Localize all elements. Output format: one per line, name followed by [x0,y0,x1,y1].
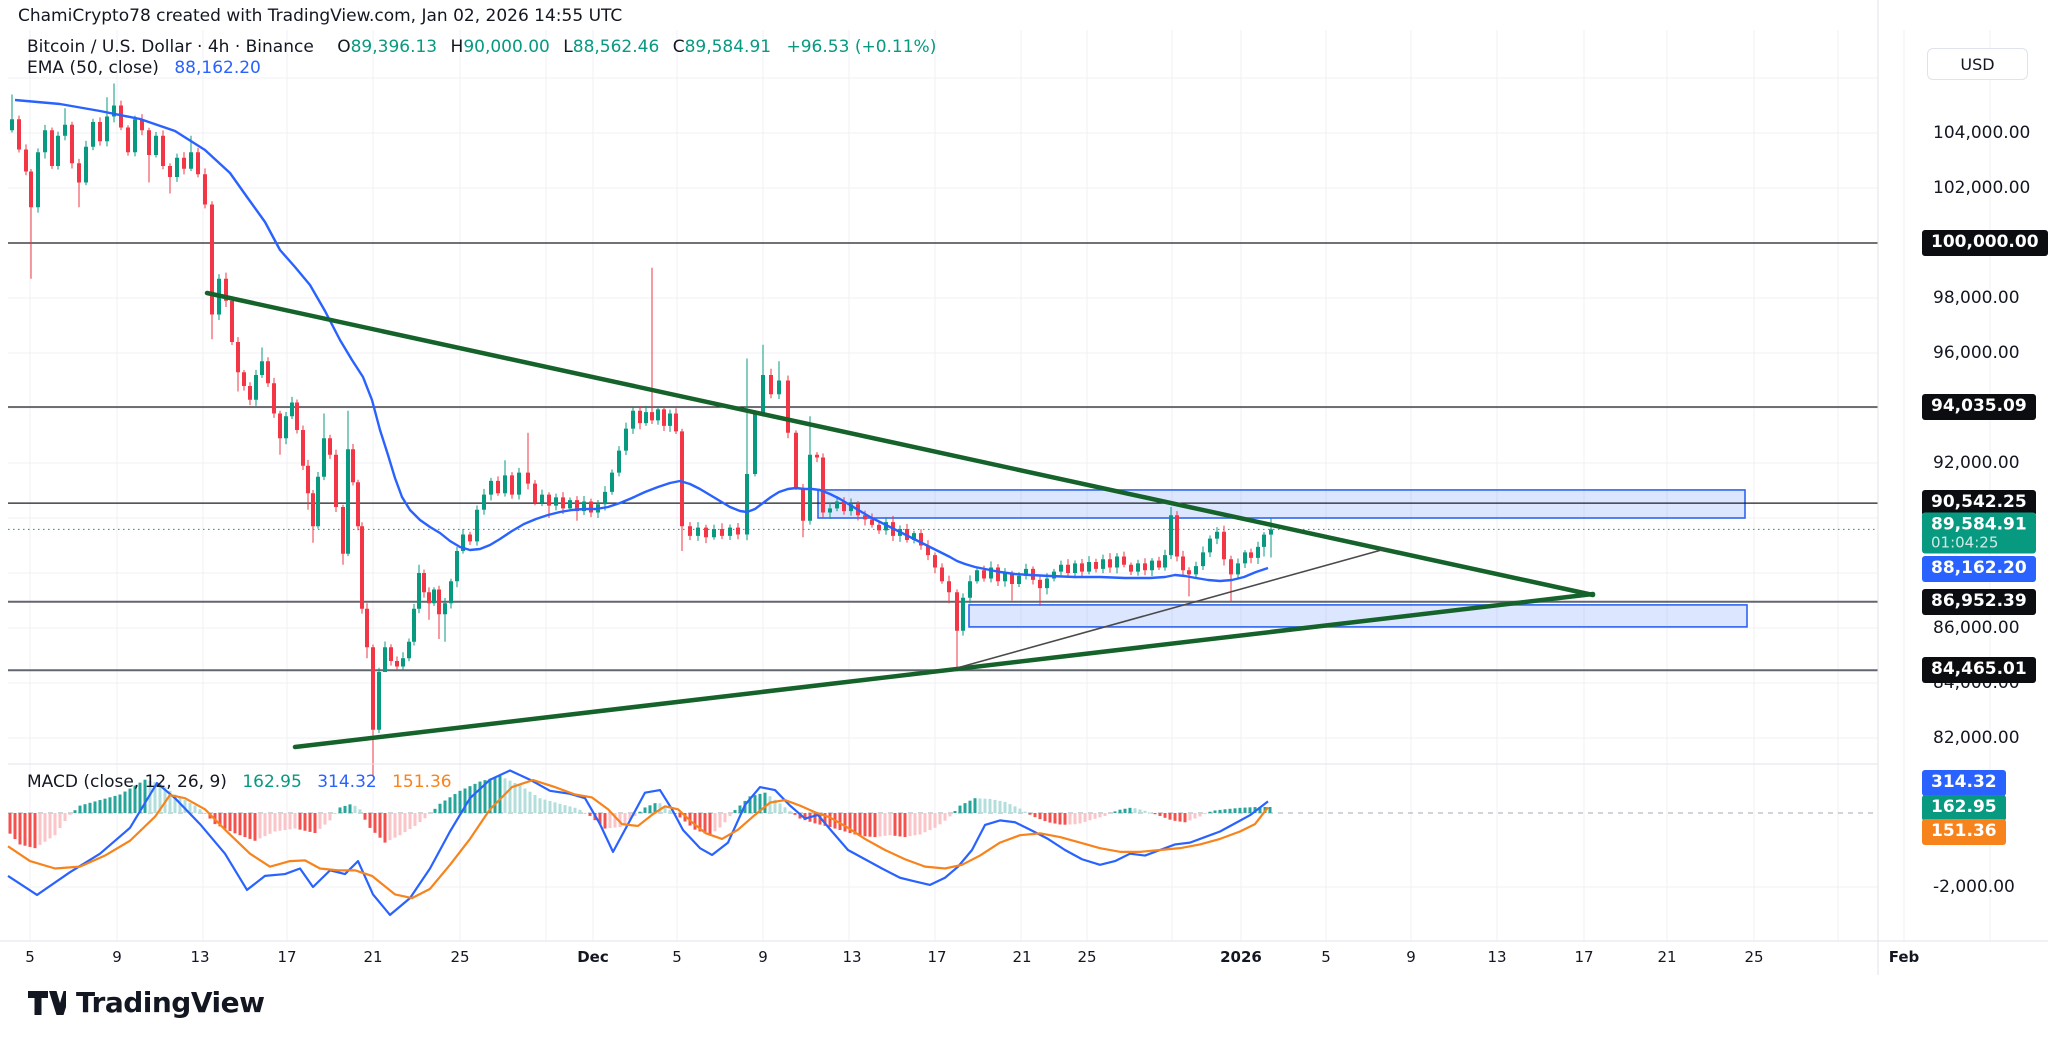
time-axis-label: Dec [577,948,609,966]
time-axis-label: 5 [1321,948,1331,966]
time-axis-label: 21 [1012,948,1031,966]
watermark: ChamiCrypto78 created with TradingView.c… [18,6,622,26]
macd-line-value: 314.32 [317,772,376,792]
macd-hist-badge: 162.95 [1922,795,2006,821]
price-level-badge: 94,035.09 [1922,394,2036,420]
low-value: 88,562.46 [573,37,660,57]
price-axis-label: 98,000.00 [1933,288,2020,308]
ema-badge: 88,162.20 [1922,556,2036,582]
price-level-badge: 100,000.00 [1922,230,2048,256]
time-axis-label: 17 [277,948,296,966]
tradingview-logo-icon [28,988,66,1018]
time-axis-label: 5 [672,948,682,966]
time-axis-label: 25 [450,948,469,966]
time-axis-label: 9 [112,948,122,966]
macd-pane [8,770,1878,914]
candles [10,84,1273,777]
time-axis-label: 25 [1744,948,1763,966]
time-axis-label: 2026 [1220,948,1262,966]
high-label: H [451,37,464,57]
macd-hist-value: 162.95 [242,772,301,792]
time-axis-label: 17 [927,948,946,966]
ema-value: 88,162.20 [174,58,261,78]
macd-label: MACD (close, 12, 26, 9) [27,772,227,792]
time-axis-label: 13 [190,948,209,966]
tradingview-logo[interactable]: TradingView [28,986,264,1019]
macd-legend[interactable]: MACD (close, 12, 26, 9) 162.95 314.32 15… [27,772,452,792]
time-axis-label: 21 [363,948,382,966]
macd-axis-label: -2,000.00 [1933,877,2015,897]
time-axis-label: 25 [1077,948,1096,966]
time-axis-label: 9 [1406,948,1416,966]
high-value: 90,000.00 [463,37,550,57]
price-axis-label: 104,000.00 [1933,123,2030,143]
low-label: L [563,37,572,57]
price-level-badge: 84,465.01 [1922,657,2036,683]
currency-toggle-button[interactable]: USD [1927,48,2028,80]
countdown-timer: 01:04:25 [1931,535,2027,551]
price-axis-label: 86,000.00 [1933,618,2020,638]
time-axis-label: 5 [25,948,35,966]
price-level-badge: 86,952.39 [1922,589,2036,615]
macd-signal-value: 151.36 [392,772,451,792]
price-axis-label: 92,000.00 [1933,453,2020,473]
price-axis-label: 82,000.00 [1933,728,2020,748]
macd-signal-badge: 151.36 [1922,819,2006,845]
last-price-badge: 89,584.9101:04:25 [1922,513,2036,554]
close-value: 89,584.91 [685,37,772,57]
time-axis-label: 13 [842,948,861,966]
open-value: 89,396.13 [351,37,438,57]
close-label: C [673,37,685,57]
tradingview-snapshot: ChamiCrypto78 created with TradingView.c… [0,0,2048,1060]
symbol-legend[interactable]: Bitcoin / U.S. Dollar · 4h · Binance O89… [27,37,936,57]
time-axis-label: 21 [1657,948,1676,966]
time-axis-label: 13 [1487,948,1506,966]
chart-canvas[interactable] [0,0,2048,1060]
ema-label: EMA (50, close) [27,58,159,78]
price-axis-label: 96,000.00 [1933,343,2020,363]
trendline-drawings [207,293,1593,747]
change-value: +96.53 (+0.11%) [787,37,937,57]
macd-signal-line[interactable] [8,780,1268,898]
symbol-title: Bitcoin / U.S. Dollar · 4h · Binance [27,37,314,57]
time-axis-label: Feb [1889,948,1920,966]
macd-line-badge: 314.32 [1922,770,2006,796]
price-axis-label: 102,000.00 [1933,178,2030,198]
tradingview-logo-text: TradingView [76,986,264,1019]
ema-legend[interactable]: EMA (50, close) 88,162.20 [27,58,261,78]
time-axis-label: 17 [1574,948,1593,966]
time-axis-label: 9 [758,948,768,966]
open-label: O [337,37,350,57]
